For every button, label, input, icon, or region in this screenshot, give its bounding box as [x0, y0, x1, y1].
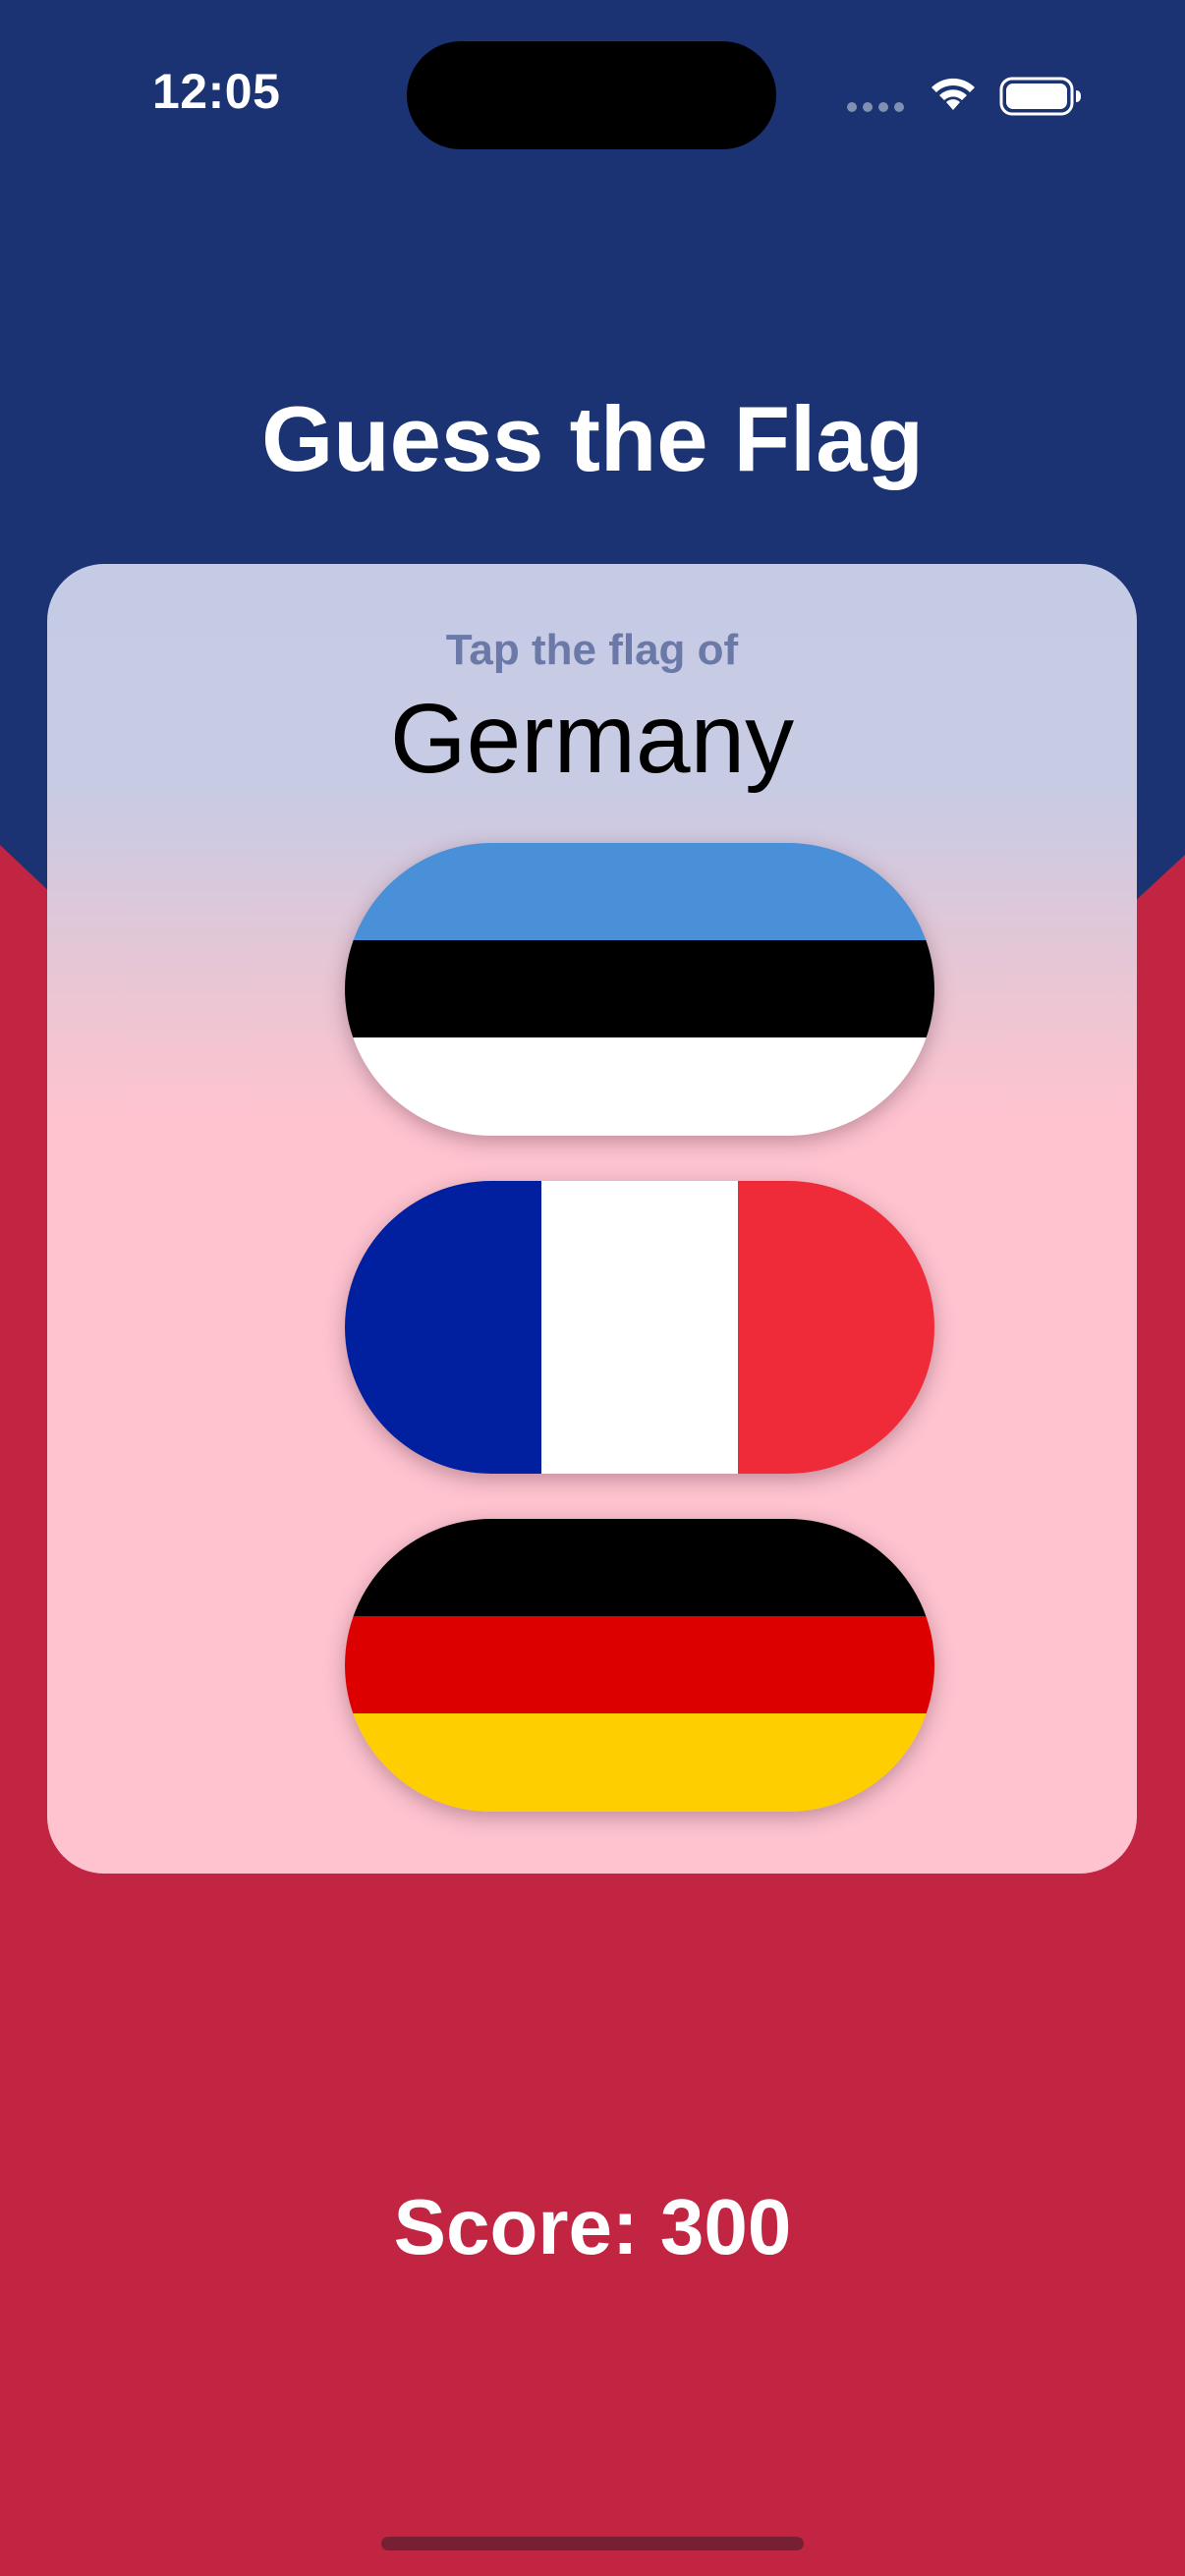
wifi-icon	[931, 78, 975, 110]
flag-stripe	[345, 843, 934, 941]
flag-stripe	[345, 1181, 541, 1474]
status-time: 12:05	[152, 64, 281, 119]
flag-stripe	[345, 1037, 934, 1136]
score-label: Score: 300	[393, 2183, 792, 2270]
flag-stripe	[345, 1519, 934, 1617]
app-screen: 12:05 Guess the Flag Tap the flag of Ger…	[0, 0, 1185, 2576]
page-title: Guess the Flag	[261, 387, 924, 490]
cellular-signal-icon	[847, 102, 906, 116]
home-indicator[interactable]	[381, 2537, 804, 2550]
prompt-label: Tap the flag of	[445, 626, 739, 674]
dynamic-island	[407, 41, 776, 149]
battery-icon	[999, 77, 1081, 116]
flag-stripe	[345, 940, 934, 1038]
question-card: Tap the flag of Germany	[47, 564, 1137, 1874]
germany-flag-button[interactable]	[345, 1519, 934, 1812]
country-name: Germany	[389, 684, 795, 794]
flag-stripe	[738, 1181, 934, 1474]
flag-stripe	[345, 1713, 934, 1812]
france-flag-button[interactable]	[345, 1181, 934, 1474]
flag-stripe	[541, 1181, 738, 1474]
flag-stripe	[345, 1616, 934, 1714]
estonia-flag-button[interactable]	[345, 843, 934, 1136]
